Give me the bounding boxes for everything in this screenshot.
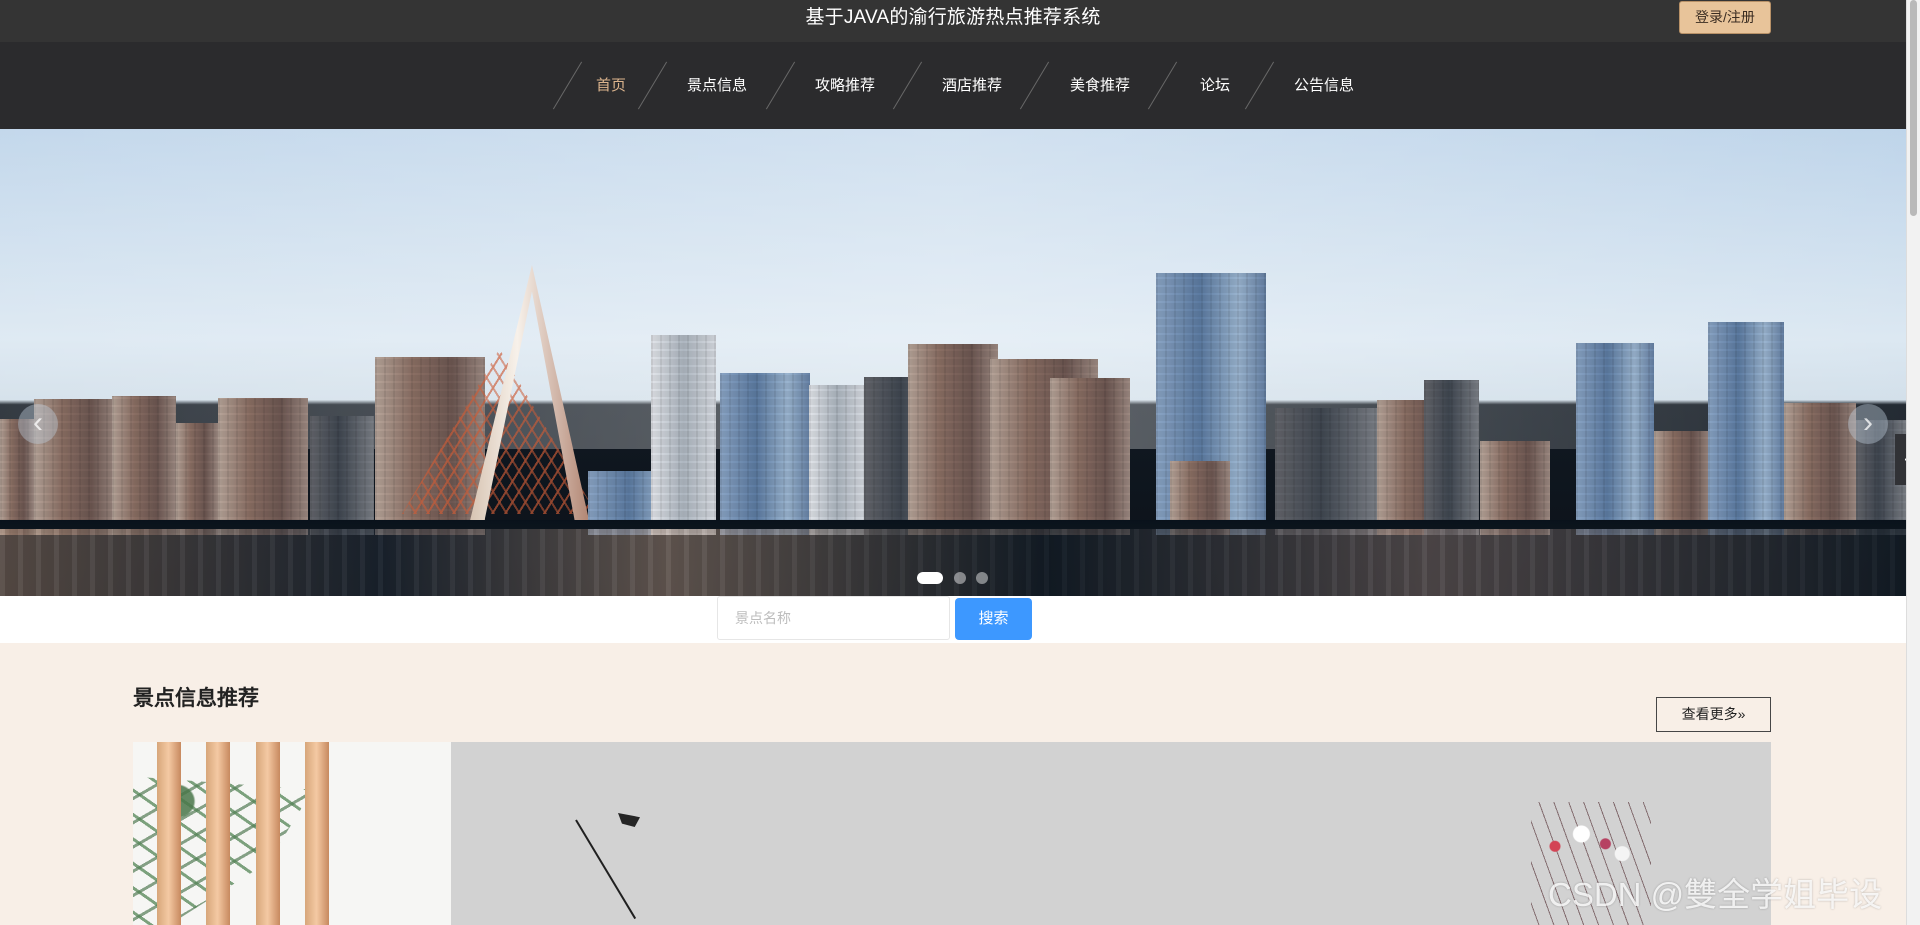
nav-divider	[1244, 61, 1275, 110]
csdn-watermark: CSDN @雙全学姐毕设	[1548, 876, 1883, 913]
chevron-left-icon: ‹	[33, 406, 43, 439]
wood-slat	[157, 742, 181, 925]
floor-lamp-head	[618, 813, 640, 827]
hero-carousel[interactable]: ‹ ›	[0, 129, 1906, 596]
navigation-wrapper: 首页 景点信息 攻略推荐 酒店推荐 美食推荐 论坛 公告信息	[537, 42, 1354, 129]
nav-divider	[765, 61, 796, 110]
login-register-button[interactable]: 登录/注册	[1679, 1, 1771, 34]
city-building	[809, 385, 865, 535]
featured-attraction-image[interactable]	[133, 742, 1771, 925]
top-header: 基于JAVA的渝行旅游热点推荐系统 登录/注册	[0, 0, 1906, 43]
search-row: 景点名称 搜索	[0, 596, 1906, 643]
carousel-prev-button[interactable]: ‹	[18, 404, 58, 444]
river-reflection	[0, 529, 1906, 596]
city-building	[310, 416, 374, 535]
page: 基于JAVA的渝行旅游热点推荐系统 登录/注册 首页 景点信息 攻略推荐 酒店推…	[0, 0, 1920, 925]
chevron-right-icon: ›	[1863, 406, 1873, 439]
city-building	[176, 423, 218, 535]
carousel-dot[interactable]	[976, 572, 988, 584]
nav-item-guides[interactable]: 攻略推荐	[811, 42, 879, 129]
city-building	[1050, 378, 1130, 535]
nav-divider	[552, 61, 583, 110]
view-more-button[interactable]: 查看更多»	[1656, 697, 1771, 732]
nav-divider	[1147, 61, 1178, 110]
nav-item-hotels[interactable]: 酒店推荐	[938, 42, 1006, 129]
nav-item-home[interactable]: 首页	[591, 42, 631, 129]
nav-item-attractions[interactable]: 景点信息	[683, 42, 751, 129]
wood-slat	[256, 742, 280, 925]
city-building	[1784, 403, 1856, 535]
wood-slat	[206, 742, 230, 925]
nav-item-food[interactable]: 美食推荐	[1066, 42, 1134, 129]
city-building	[651, 335, 716, 535]
attraction-search-input[interactable]: 景点名称	[717, 596, 950, 640]
nav-item-forum[interactable]: 论坛	[1194, 42, 1236, 129]
scrollbar-thumb[interactable]	[1910, 0, 1917, 216]
city-building	[908, 344, 998, 535]
site-title: 基于JAVA的渝行旅游热点推荐系统	[805, 7, 1101, 28]
floor-lamp-pole	[575, 819, 637, 920]
carousel-dot-active[interactable]	[917, 572, 943, 584]
main-navigation: 首页 景点信息 攻略推荐 酒店推荐 美食推荐 论坛 公告信息	[0, 42, 1906, 129]
wood-slat	[305, 742, 329, 925]
city-building	[720, 373, 810, 535]
city-building	[1275, 408, 1377, 535]
carousel-dot[interactable]	[954, 572, 966, 584]
nav-divider	[1019, 61, 1050, 110]
page-scrollbar[interactable]	[1906, 0, 1920, 925]
search-button[interactable]: 搜索	[955, 598, 1032, 640]
nav-item-announcements[interactable]: 公告信息	[1290, 42, 1358, 129]
carousel-next-button[interactable]: ›	[1848, 404, 1888, 444]
city-building	[1576, 343, 1654, 535]
section-title: 景点信息推荐	[133, 687, 259, 710]
nav-divider	[892, 61, 923, 110]
city-building	[1708, 322, 1784, 535]
city-building	[112, 396, 176, 535]
city-building	[1424, 380, 1479, 535]
nav-divider	[637, 61, 668, 110]
river-shoreline	[0, 520, 1906, 529]
city-building	[218, 398, 308, 535]
